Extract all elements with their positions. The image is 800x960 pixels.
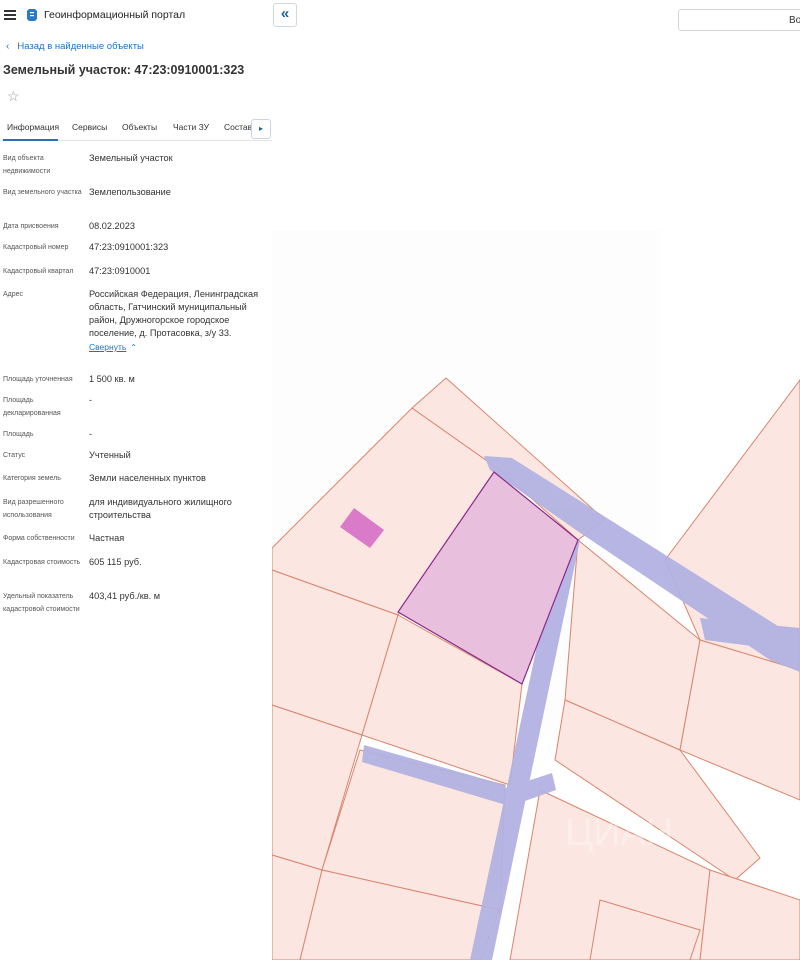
collapse-panel-button[interactable]: « — [273, 3, 297, 27]
property-value: для индивидуального жилищного строительс… — [89, 497, 232, 520]
property-label: Форма собственности — [3, 535, 75, 542]
address-value: Российская Федерация, Ленинградская обла… — [89, 288, 267, 354]
tabs-next-arrow-icon[interactable]: ▸ — [251, 119, 271, 139]
app-title: Геоинформационный портал — [44, 9, 186, 21]
property-label: Дата присвоения — [3, 223, 59, 230]
property-value: Земельный участок — [89, 153, 173, 163]
property-value: - — [89, 395, 93, 405]
chevron-left-icon: ‹ — [6, 41, 10, 52]
property-value: Учтенный — [89, 450, 131, 460]
page-title: Земельный участок: 47:23:0910001:323 — [3, 63, 245, 77]
chevron-up-icon: ⌃ — [130, 343, 137, 352]
property-value: 1 500 кв. м — [89, 374, 135, 384]
property-value: - — [89, 429, 93, 439]
cadastral-number-value: 47:23:0910001:323 — [89, 242, 169, 252]
property-value: Земли населенных пунктов — [89, 473, 206, 483]
property-label: Категория земель — [3, 475, 61, 482]
property-label: Площадь уточненная — [3, 376, 73, 383]
document-logo-icon — [27, 9, 37, 21]
tab-bar: Информация Сервисы Объекты Части ЗУ Сост… — [0, 118, 272, 141]
property-label: Вид разрешенного использования — [3, 499, 64, 519]
hamburger-icon[interactable] — [4, 10, 16, 20]
tab-services[interactable]: Сервисы — [72, 122, 107, 132]
back-to-results-link[interactable]: ‹ Назад в найденные объекты — [6, 41, 144, 52]
property-value: 403,41 руб./кв. м — [89, 591, 161, 601]
property-label: Вид земельного участка — [3, 189, 82, 196]
property-label: Кадастровый квартал — [3, 268, 74, 275]
property-value: 08.02.2023 — [89, 221, 135, 231]
address-text: Российская Федерация, Ленинградская обла… — [89, 289, 259, 338]
property-value: 605 115 руб. — [89, 557, 142, 567]
tab-objects[interactable]: Объекты — [122, 122, 157, 132]
property-label: Площадь — [3, 431, 34, 438]
property-label: Кадастровый номер — [3, 244, 69, 251]
back-link-label: Назад в найденные объекты — [17, 41, 144, 52]
property-label: Кадастровая стоимость — [3, 559, 81, 566]
property-value: Землепользование — [89, 187, 171, 197]
property-value: 47:23:0910001 — [89, 266, 151, 276]
active-tab-indicator — [3, 139, 58, 141]
tab-parcel-parts[interactable]: Части ЗУ — [173, 122, 209, 132]
collapse-address-link[interactable]: Свернуть — [89, 342, 126, 352]
property-label: Вид объекта недвижимости — [3, 155, 51, 175]
search-input[interactable]: Во — [678, 9, 800, 31]
panel-header: Геоинформационный портал — [0, 0, 272, 32]
property-value: Частная — [89, 533, 125, 543]
tab-composition[interactable]: Состав — [224, 122, 252, 132]
property-label: Статус — [3, 452, 26, 459]
property-label: Адрес — [3, 291, 24, 298]
info-panel: Геоинформационный портал ‹ Назад в найден… — [0, 0, 272, 960]
favorite-star-icon[interactable]: ☆ — [7, 89, 20, 103]
watermark-text: ЦИАН — [565, 812, 673, 854]
property-label: Удельный показатель кадастровой стоимост… — [3, 593, 80, 613]
tab-information[interactable]: Информация — [7, 122, 59, 132]
property-label: Площадь декларированная — [3, 397, 61, 417]
